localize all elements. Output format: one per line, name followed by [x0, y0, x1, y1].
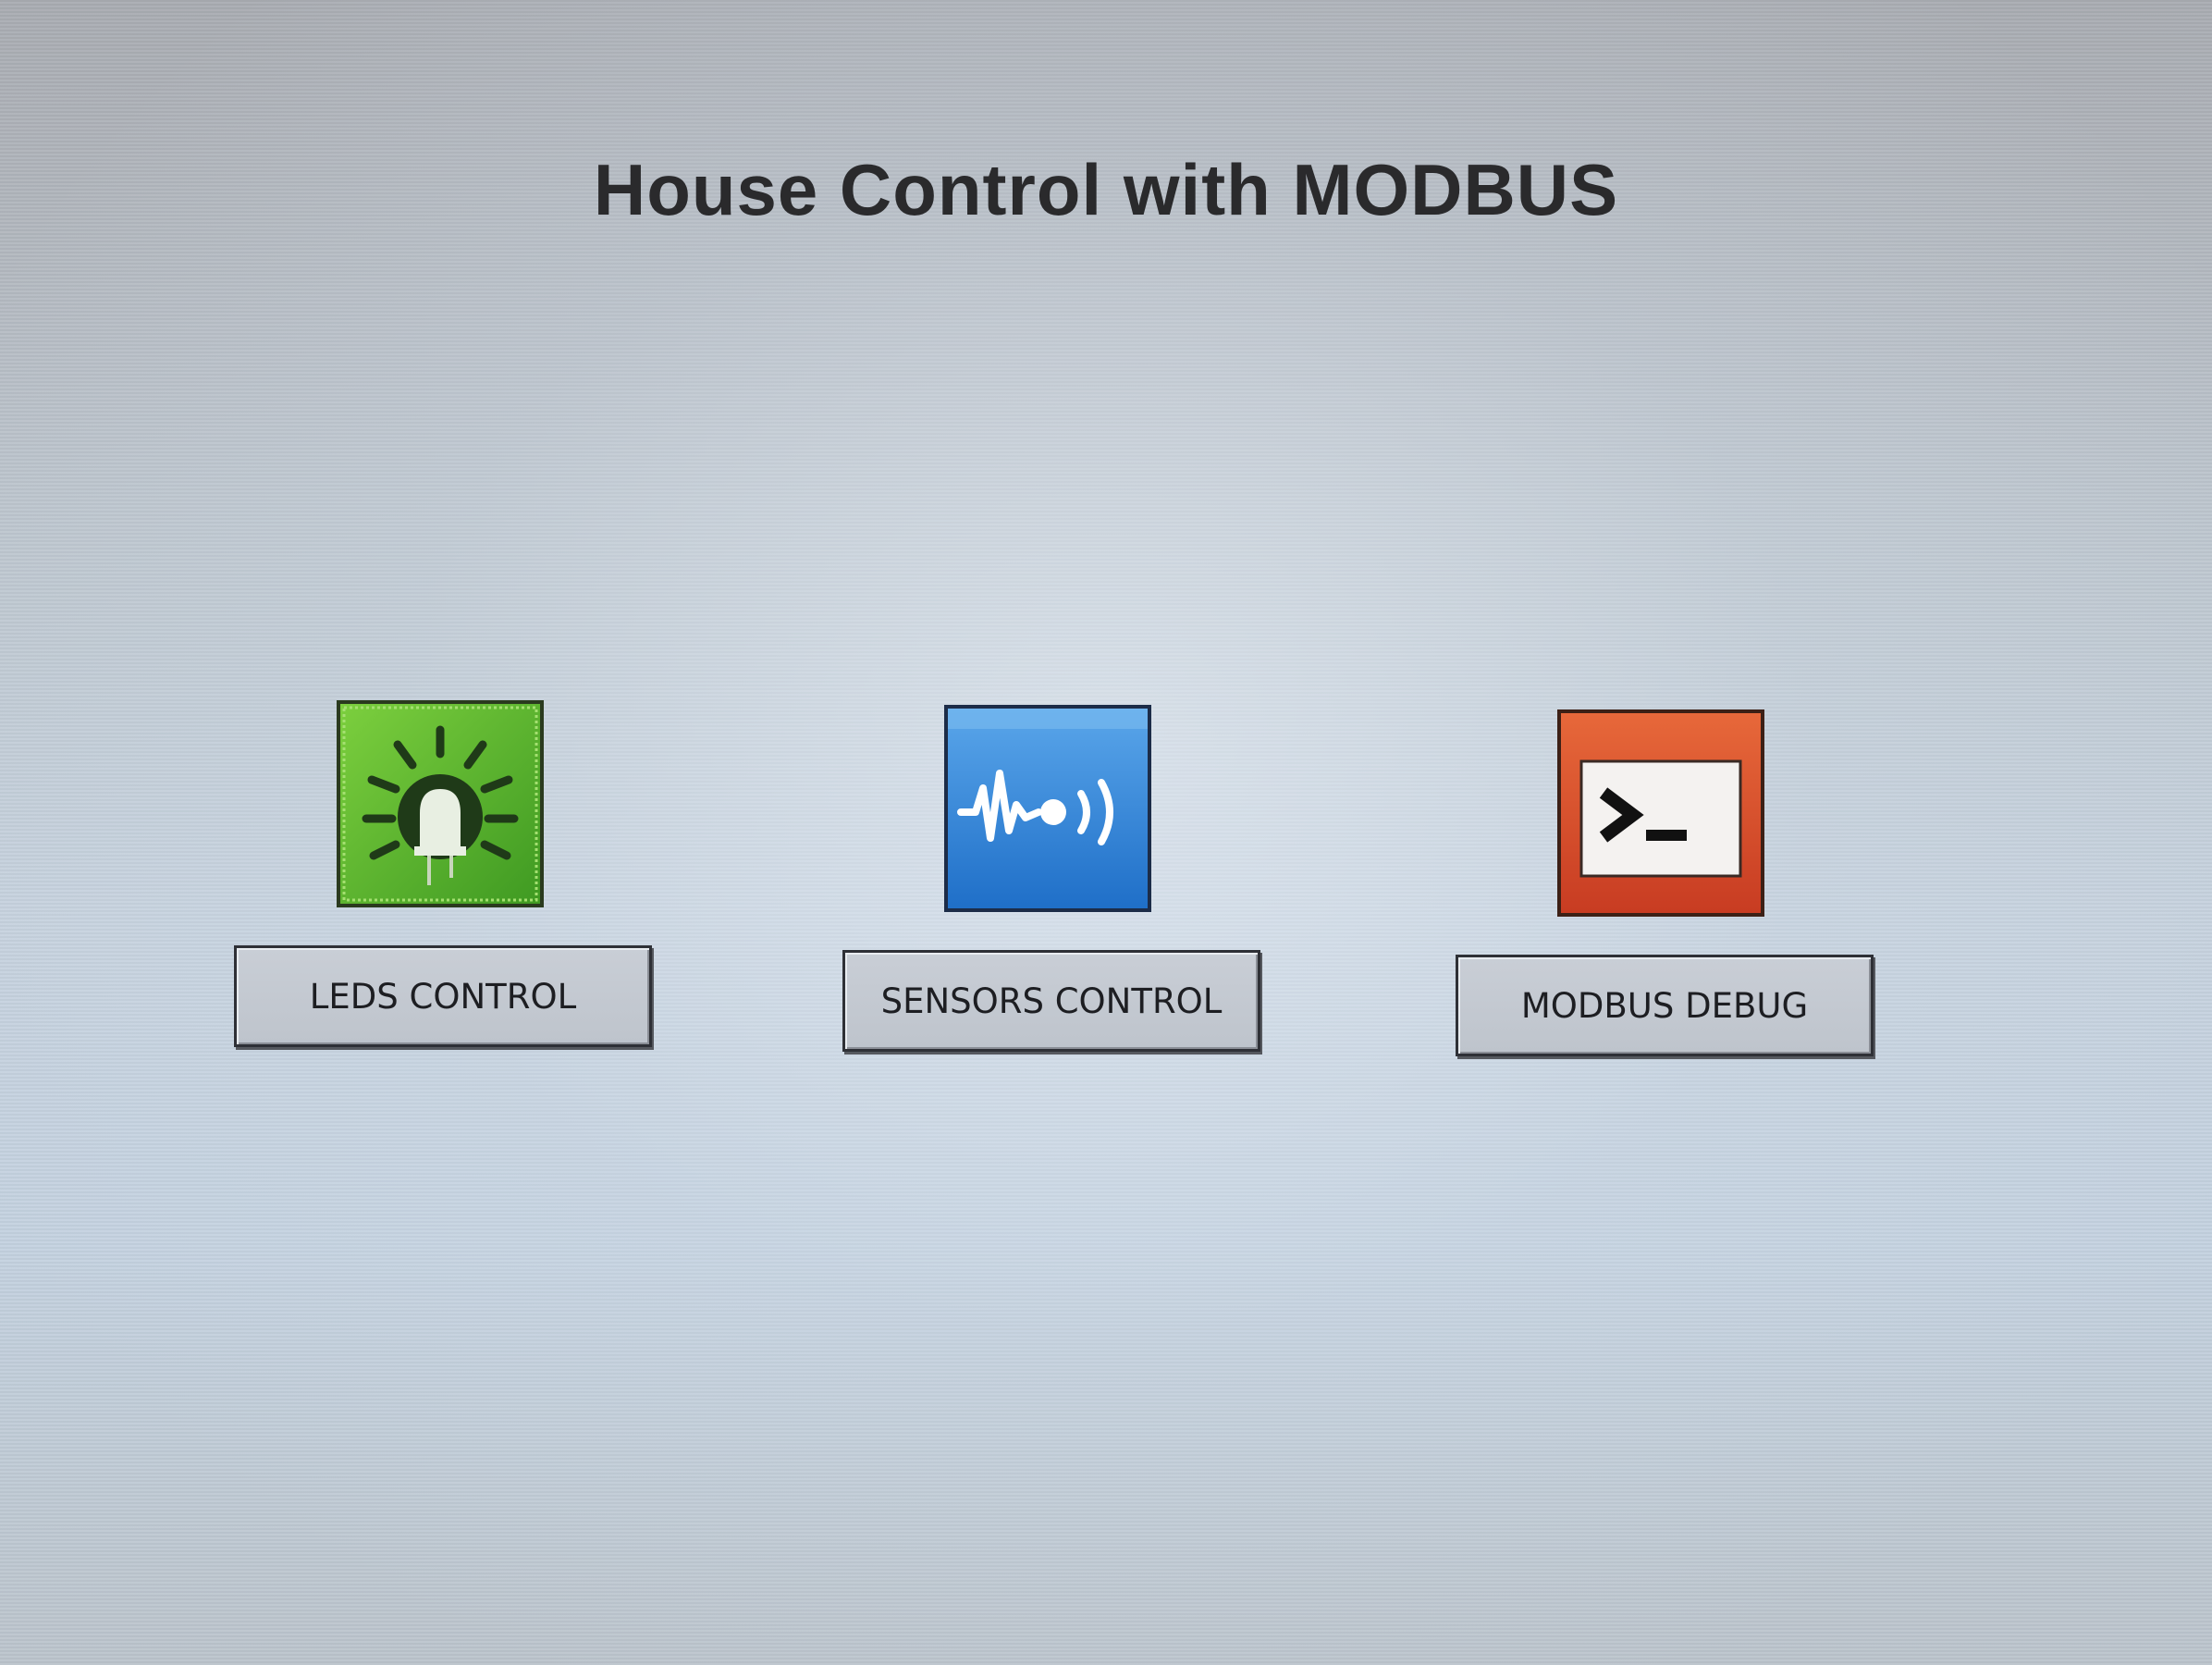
- page-title: House Control with MODBUS: [593, 149, 1619, 230]
- terminal-prompt-icon[interactable]: [1557, 709, 1764, 917]
- led-beacon-icon[interactable]: [337, 700, 544, 907]
- modbus-debug-button[interactable]: MODBUS DEBUG: [1456, 955, 1874, 1056]
- leds-control-button[interactable]: LEDS CONTROL: [234, 945, 652, 1047]
- hmi-screen: House Control with MODBUS LEDS CONTROL S…: [0, 0, 2212, 1665]
- sensor-wave-icon[interactable]: [944, 705, 1151, 912]
- sensors-control-button[interactable]: SENSORS CONTROL: [842, 950, 1260, 1052]
